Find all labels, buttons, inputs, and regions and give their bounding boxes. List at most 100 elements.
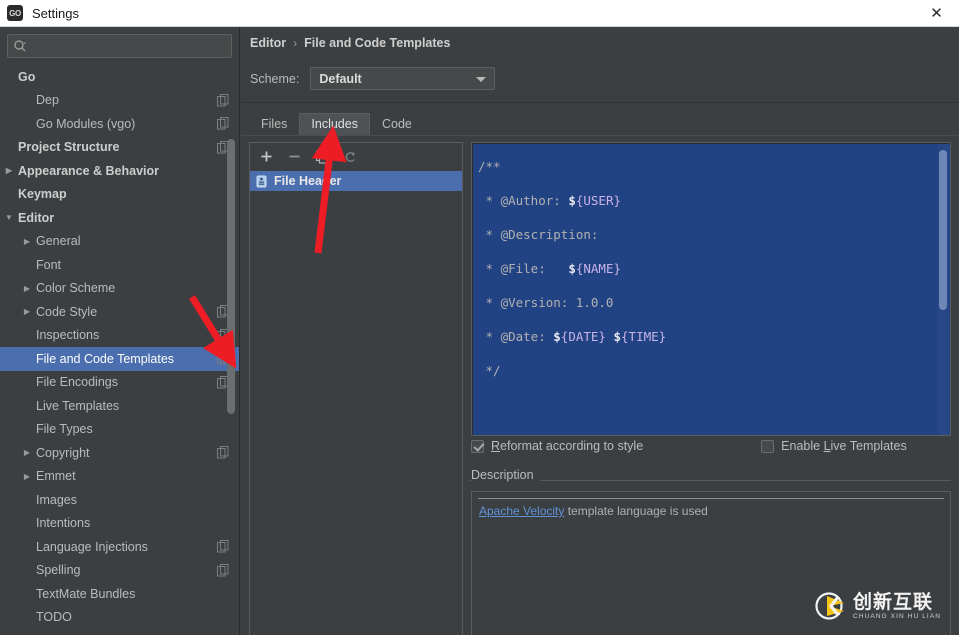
settings-window: GO Settings ✕ Go Dep Go Modules (vgo) Proje… bbox=[0, 0, 959, 635]
scheme-value: Default bbox=[319, 71, 362, 86]
description-text: Apache Velocity template language is use… bbox=[479, 504, 708, 518]
search-input[interactable] bbox=[32, 39, 231, 53]
sidebar-item-spelling[interactable]: Spelling bbox=[0, 559, 239, 583]
sidebar-item-label: Color Scheme bbox=[36, 281, 116, 296]
tab-includes[interactable]: Includes bbox=[299, 113, 370, 135]
chevron-down-icon bbox=[476, 77, 487, 82]
sidebar-item-images[interactable]: Images bbox=[0, 488, 239, 512]
chevron-right-icon[interactable]: ▶ bbox=[20, 305, 34, 319]
chevron-right-icon[interactable]: ▶ bbox=[20, 281, 34, 295]
checkbox-label: Reformat according to style bbox=[491, 439, 644, 453]
sidebar-item-code-style[interactable]: ▶ Code Style bbox=[0, 300, 239, 324]
checkbox-reformat-according-to-style[interactable]: Reformat according to style bbox=[471, 439, 643, 453]
template-options: Reformat according to style Enable Live T… bbox=[471, 439, 907, 453]
sidebar-item-dep[interactable]: Dep bbox=[0, 89, 239, 113]
tab-files[interactable]: Files bbox=[249, 113, 299, 135]
chevron-right-icon[interactable]: ▶ bbox=[2, 164, 16, 178]
sidebar-item-label: Dep bbox=[36, 93, 59, 108]
settings-sidebar: Go Dep Go Modules (vgo) Project Structure ▶ A… bbox=[0, 27, 240, 635]
breadcrumb-separator-icon: › bbox=[293, 36, 298, 50]
sidebar-item-go-modules-vgo[interactable]: Go Modules (vgo) bbox=[0, 112, 239, 136]
chevron-right-icon[interactable]: ▶ bbox=[20, 446, 34, 460]
editor-scrollbar-track[interactable] bbox=[938, 144, 949, 435]
remove-template-button[interactable] bbox=[284, 147, 304, 167]
scheme-row: Scheme: Default bbox=[250, 67, 496, 90]
tabs-underline bbox=[241, 135, 959, 136]
sidebar-item-label: Keymap bbox=[18, 187, 67, 202]
sidebar-item-label: Emmet bbox=[36, 469, 76, 484]
settings-tree: Go Dep Go Modules (vgo) Project Structure ▶ A… bbox=[0, 65, 239, 635]
sidebar-item-emmet[interactable]: ▶ Emmet bbox=[0, 465, 239, 489]
sidebar-item-textmate-bundles[interactable]: TextMate Bundles bbox=[0, 582, 239, 606]
sidebar-item-appearance-behavior[interactable]: ▶ Appearance & Behavior bbox=[0, 159, 239, 183]
sidebar-item-keymap[interactable]: Keymap bbox=[0, 183, 239, 207]
sidebar-item-label: Go Modules (vgo) bbox=[36, 116, 136, 131]
reset-template-button[interactable] bbox=[340, 147, 360, 167]
description-box: Apache Velocity template language is use… bbox=[471, 491, 951, 635]
sidebar-item-general[interactable]: ▶ General bbox=[0, 230, 239, 254]
sidebar-item-intentions[interactable]: Intentions bbox=[0, 512, 239, 536]
template-tabs: Files Includes Code bbox=[249, 113, 424, 135]
sidebar-item-editor[interactable]: ▼ Editor bbox=[0, 206, 239, 230]
sidebar-item-label: Spelling bbox=[36, 563, 81, 578]
sidebar-item-copyright[interactable]: ▶ Copyright bbox=[0, 441, 239, 465]
sidebar-item-project-structure[interactable]: Project Structure bbox=[0, 136, 239, 160]
chevron-down-icon[interactable]: ▼ bbox=[2, 211, 16, 225]
sidebar-item-font[interactable]: Font bbox=[0, 253, 239, 277]
tab-code[interactable]: Code bbox=[370, 113, 424, 135]
breadcrumb: Editor › File and Code Templates bbox=[250, 36, 450, 50]
sidebar-item-file-and-code-templates[interactable]: File and Code Templates bbox=[0, 347, 239, 371]
checkbox-box[interactable] bbox=[471, 439, 484, 453]
search-box[interactable] bbox=[7, 34, 232, 58]
scheme-dropdown[interactable]: Default bbox=[310, 67, 496, 90]
template-editor[interactable]: /** * @Author: ${USER} * @Description: *… bbox=[471, 142, 951, 436]
sidebar-scrollbar-track[interactable] bbox=[227, 65, 237, 635]
checkbox-box[interactable] bbox=[761, 439, 775, 453]
add-template-button[interactable] bbox=[256, 147, 276, 167]
template-file-icon bbox=[256, 175, 267, 188]
list-item-label: File Header bbox=[274, 174, 342, 188]
template-list: File Header bbox=[250, 171, 462, 191]
sidebar-item-language-injections[interactable]: Language Injections bbox=[0, 535, 239, 559]
sidebar-item-label: Inspections bbox=[36, 328, 100, 343]
sidebar-item-inspections[interactable]: Inspections bbox=[0, 324, 239, 348]
sidebar-item-label: File Encodings bbox=[36, 375, 118, 390]
chevron-right-icon[interactable]: ▶ bbox=[20, 234, 34, 248]
chevron-right-icon[interactable]: ▶ bbox=[20, 469, 34, 483]
scheme-label: Scheme: bbox=[250, 71, 300, 86]
header-divider bbox=[241, 102, 959, 103]
sidebar-item-label: General bbox=[36, 234, 81, 249]
sidebar-item-label: Live Templates bbox=[36, 398, 120, 413]
sidebar-item-label: Project Structure bbox=[18, 140, 120, 155]
sidebar-item-go[interactable]: Go bbox=[0, 65, 239, 89]
sidebar-item-color-scheme[interactable]: ▶ Color Scheme bbox=[0, 277, 239, 301]
sidebar-item-live-templates[interactable]: Live Templates bbox=[0, 394, 239, 418]
tab-label: Code bbox=[381, 117, 412, 131]
sidebar-scrollbar-thumb[interactable] bbox=[227, 139, 235, 414]
checkbox-label: Enable Live Templates bbox=[781, 439, 907, 453]
sidebar-item-label: Code Style bbox=[36, 304, 98, 319]
tab-label: Files bbox=[261, 117, 288, 131]
list-item[interactable]: File Header bbox=[250, 171, 462, 191]
apache-velocity-link[interactable]: Apache Velocity bbox=[479, 504, 564, 518]
sidebar-item-label: Copyright bbox=[36, 445, 90, 460]
editor-scrollbar-thumb[interactable] bbox=[939, 150, 947, 310]
description-label: Description bbox=[471, 468, 540, 482]
sidebar-item-todo[interactable]: TODO bbox=[0, 606, 239, 630]
tab-label: Includes bbox=[311, 117, 358, 131]
sidebar-item-label: TextMate Bundles bbox=[36, 586, 136, 601]
template-editor-text[interactable]: /** * @Author: ${USER} * @Description: *… bbox=[478, 150, 666, 388]
settings-detail-panel: Editor › File and Code Templates Scheme:… bbox=[241, 27, 959, 635]
sidebar-item-label: File Types bbox=[36, 422, 93, 437]
goland-app-icon: GO bbox=[7, 5, 23, 21]
title-bar: GO Settings ✕ bbox=[0, 0, 959, 27]
sidebar-item-label: Editor bbox=[18, 210, 55, 225]
search-icon bbox=[8, 35, 32, 57]
close-icon[interactable]: ✕ bbox=[914, 0, 959, 26]
sidebar-item-file-types[interactable]: File Types bbox=[0, 418, 239, 442]
sidebar-item-label: File and Code Templates bbox=[36, 351, 175, 366]
copy-template-button[interactable] bbox=[312, 147, 332, 167]
checkbox-enable-live-templates[interactable]: Enable Live Templates bbox=[761, 439, 907, 453]
breadcrumb-parent[interactable]: Editor bbox=[250, 36, 286, 50]
sidebar-item-file-encodings[interactable]: File Encodings bbox=[0, 371, 239, 395]
